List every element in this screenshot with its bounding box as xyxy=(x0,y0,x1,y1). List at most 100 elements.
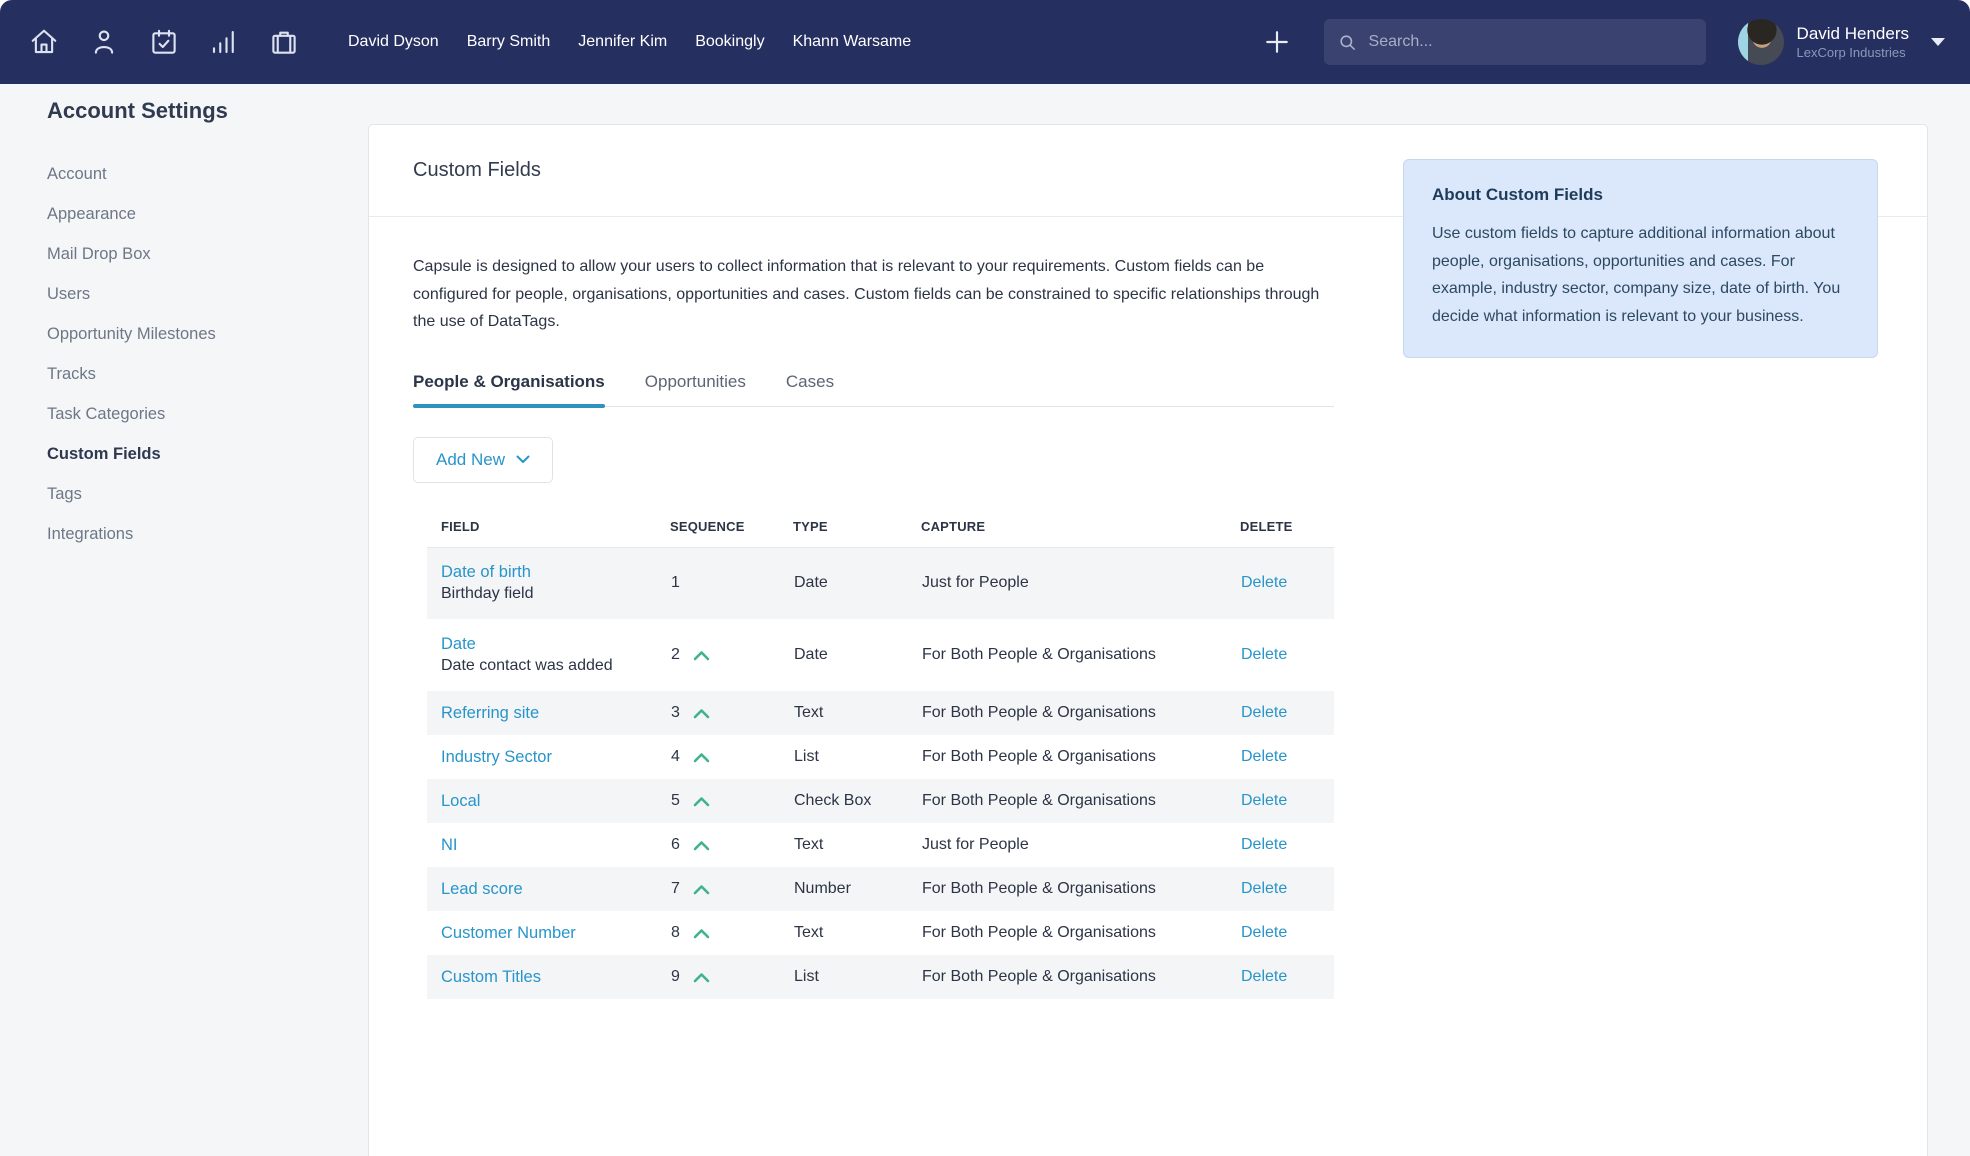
field-type: List xyxy=(793,955,921,999)
add-new-button[interactable]: Add New xyxy=(413,437,553,483)
nav-link-jennifer-kim[interactable]: Jennifer Kim xyxy=(578,33,667,51)
people-icon[interactable] xyxy=(86,24,122,60)
delete-link-industry-sector[interactable]: Delete xyxy=(1241,748,1287,765)
sidebar-item-tracks[interactable]: Tracks xyxy=(47,354,368,394)
search-icon xyxy=(1338,33,1357,52)
col-sequence: SEQUENCE xyxy=(670,509,793,548)
field-capture: For Both People & Organisations xyxy=(921,619,1240,691)
field-type: Text xyxy=(793,911,921,955)
sidebar-item-opportunity-milestones[interactable]: Opportunity Milestones xyxy=(47,314,368,354)
delete-link-custom-titles[interactable]: Delete xyxy=(1241,968,1287,985)
field-link-customer-number[interactable]: Customer Number xyxy=(441,924,576,942)
chevron-up-icon[interactable] xyxy=(693,972,710,983)
field-link-lead-score[interactable]: Lead score xyxy=(441,880,523,898)
settings-nav-list: AccountAppearanceMail Drop BoxUsersOppor… xyxy=(47,154,368,554)
delete-link-customer-number[interactable]: Delete xyxy=(1241,924,1287,941)
global-search[interactable] xyxy=(1324,19,1706,65)
delete-link-ni[interactable]: Delete xyxy=(1241,836,1287,853)
sequence-number: 2 xyxy=(671,646,680,664)
field-link-date-of-birth[interactable]: Date of birth xyxy=(441,563,531,581)
field-type: Text xyxy=(793,823,921,867)
sequence-number: 6 xyxy=(671,836,680,854)
field-link-industry-sector[interactable]: Industry Sector xyxy=(441,748,552,766)
field-link-date[interactable]: Date xyxy=(441,635,476,653)
chevron-up-icon[interactable] xyxy=(693,840,710,851)
field-capture: For Both People & Organisations xyxy=(921,691,1240,735)
delete-link-date-of-birth[interactable]: Delete xyxy=(1241,574,1287,591)
user-menu[interactable]: David Henders LexCorp Industries xyxy=(1738,19,1945,65)
tab-opportunities[interactable]: Opportunities xyxy=(645,372,746,406)
nav-link-khann-warsame[interactable]: Khann Warsame xyxy=(793,33,912,51)
field-type: Date xyxy=(793,547,921,619)
sidebar-item-account[interactable]: Account xyxy=(47,154,368,194)
sidebar-item-integrations[interactable]: Integrations xyxy=(47,514,368,554)
chevron-up-icon[interactable] xyxy=(693,884,710,895)
home-icon[interactable] xyxy=(26,24,62,60)
field-type: Number xyxy=(793,867,921,911)
sidebar-item-custom-fields[interactable]: Custom Fields xyxy=(47,434,368,474)
tab-people-organisations[interactable]: People & Organisations xyxy=(413,372,605,406)
card-body: Capsule is designed to allow your users … xyxy=(369,217,1927,999)
delete-link-local[interactable]: Delete xyxy=(1241,792,1287,809)
field-link-ni[interactable]: NI xyxy=(441,836,458,854)
sidebar-title: Account Settings xyxy=(47,98,368,124)
field-capture: For Both People & Organisations xyxy=(921,779,1240,823)
field-link-local[interactable]: Local xyxy=(441,792,480,810)
top-navbar: David Dyson Barry Smith Jennifer Kim Bookin… xyxy=(0,0,1970,84)
pinned-contacts-nav: David Dyson Barry Smith Jennifer Kim Bookin… xyxy=(348,33,911,51)
field-capture: For Both People & Organisations xyxy=(921,867,1240,911)
chevron-down-icon xyxy=(516,455,530,464)
col-field: FIELD xyxy=(427,509,670,548)
sidebar-item-users[interactable]: Users xyxy=(47,274,368,314)
delete-link-date[interactable]: Delete xyxy=(1241,646,1287,663)
sidebar-item-task-categories[interactable]: Task Categories xyxy=(47,394,368,434)
chevron-up-icon[interactable] xyxy=(693,708,710,719)
field-link-referring-site[interactable]: Referring site xyxy=(441,704,539,722)
add-icon[interactable] xyxy=(1264,29,1290,55)
custom-fields-card: Custom Fields About Custom Fields Use cu… xyxy=(368,124,1928,1156)
user-org: LexCorp Industries xyxy=(1797,45,1909,61)
col-type: TYPE xyxy=(793,509,921,548)
table-header-row: FIELD SEQUENCE TYPE CAPTURE DELETE xyxy=(427,509,1334,548)
intro-text: Capsule is designed to allow your users … xyxy=(413,253,1335,336)
field-description: Birthday field xyxy=(441,585,669,603)
custom-fields-table: FIELD SEQUENCE TYPE CAPTURE DELETE Date … xyxy=(427,509,1334,1000)
sequence-number: 3 xyxy=(671,704,680,722)
nav-link-bookingly[interactable]: Bookingly xyxy=(695,33,764,51)
delete-link-lead-score[interactable]: Delete xyxy=(1241,880,1287,897)
chevron-up-icon[interactable] xyxy=(693,796,710,807)
chevron-up-icon[interactable] xyxy=(693,752,710,763)
field-type: List xyxy=(793,735,921,779)
sequence-number: 8 xyxy=(671,924,680,942)
field-capture: Just for People xyxy=(921,547,1240,619)
sidebar-item-tags[interactable]: Tags xyxy=(47,474,368,514)
col-delete: DELETE xyxy=(1240,509,1334,548)
field-link-custom-titles[interactable]: Custom Titles xyxy=(441,968,541,986)
field-row-date: DateDate contact was added2DateFor Both … xyxy=(427,619,1334,691)
field-description: Date contact was added xyxy=(441,657,669,675)
nav-link-david-dyson[interactable]: David Dyson xyxy=(348,33,439,51)
field-capture: Just for People xyxy=(921,823,1240,867)
calendar-icon[interactable] xyxy=(146,24,182,60)
sequence-number: 9 xyxy=(671,968,680,986)
sequence-number: 4 xyxy=(671,748,680,766)
field-row-local: Local5Check BoxFor Both People & Organis… xyxy=(427,779,1334,823)
page-title: Custom Fields xyxy=(413,159,541,182)
sidebar-item-appearance[interactable]: Appearance xyxy=(47,194,368,234)
search-input[interactable] xyxy=(1367,32,1692,52)
primary-nav-icons xyxy=(26,24,302,60)
field-row-customer-number: Customer Number8TextFor Both People & Or… xyxy=(427,911,1334,955)
tab-cases[interactable]: Cases xyxy=(786,372,834,406)
cases-icon[interactable] xyxy=(266,24,302,60)
field-row-industry-sector: Industry Sector4ListFor Both People & Or… xyxy=(427,735,1334,779)
sidebar-item-mail-drop-box[interactable]: Mail Drop Box xyxy=(47,234,368,274)
reports-icon[interactable] xyxy=(206,24,242,60)
sequence-number: 7 xyxy=(671,880,680,898)
delete-link-referring-site[interactable]: Delete xyxy=(1241,704,1287,721)
nav-link-barry-smith[interactable]: Barry Smith xyxy=(467,33,551,51)
field-capture: For Both People & Organisations xyxy=(921,955,1240,999)
chevron-up-icon[interactable] xyxy=(693,650,710,661)
field-row-date-of-birth: Date of birthBirthday field1DateJust for… xyxy=(427,547,1334,619)
caret-down-icon[interactable] xyxy=(1931,38,1945,46)
chevron-up-icon[interactable] xyxy=(693,928,710,939)
